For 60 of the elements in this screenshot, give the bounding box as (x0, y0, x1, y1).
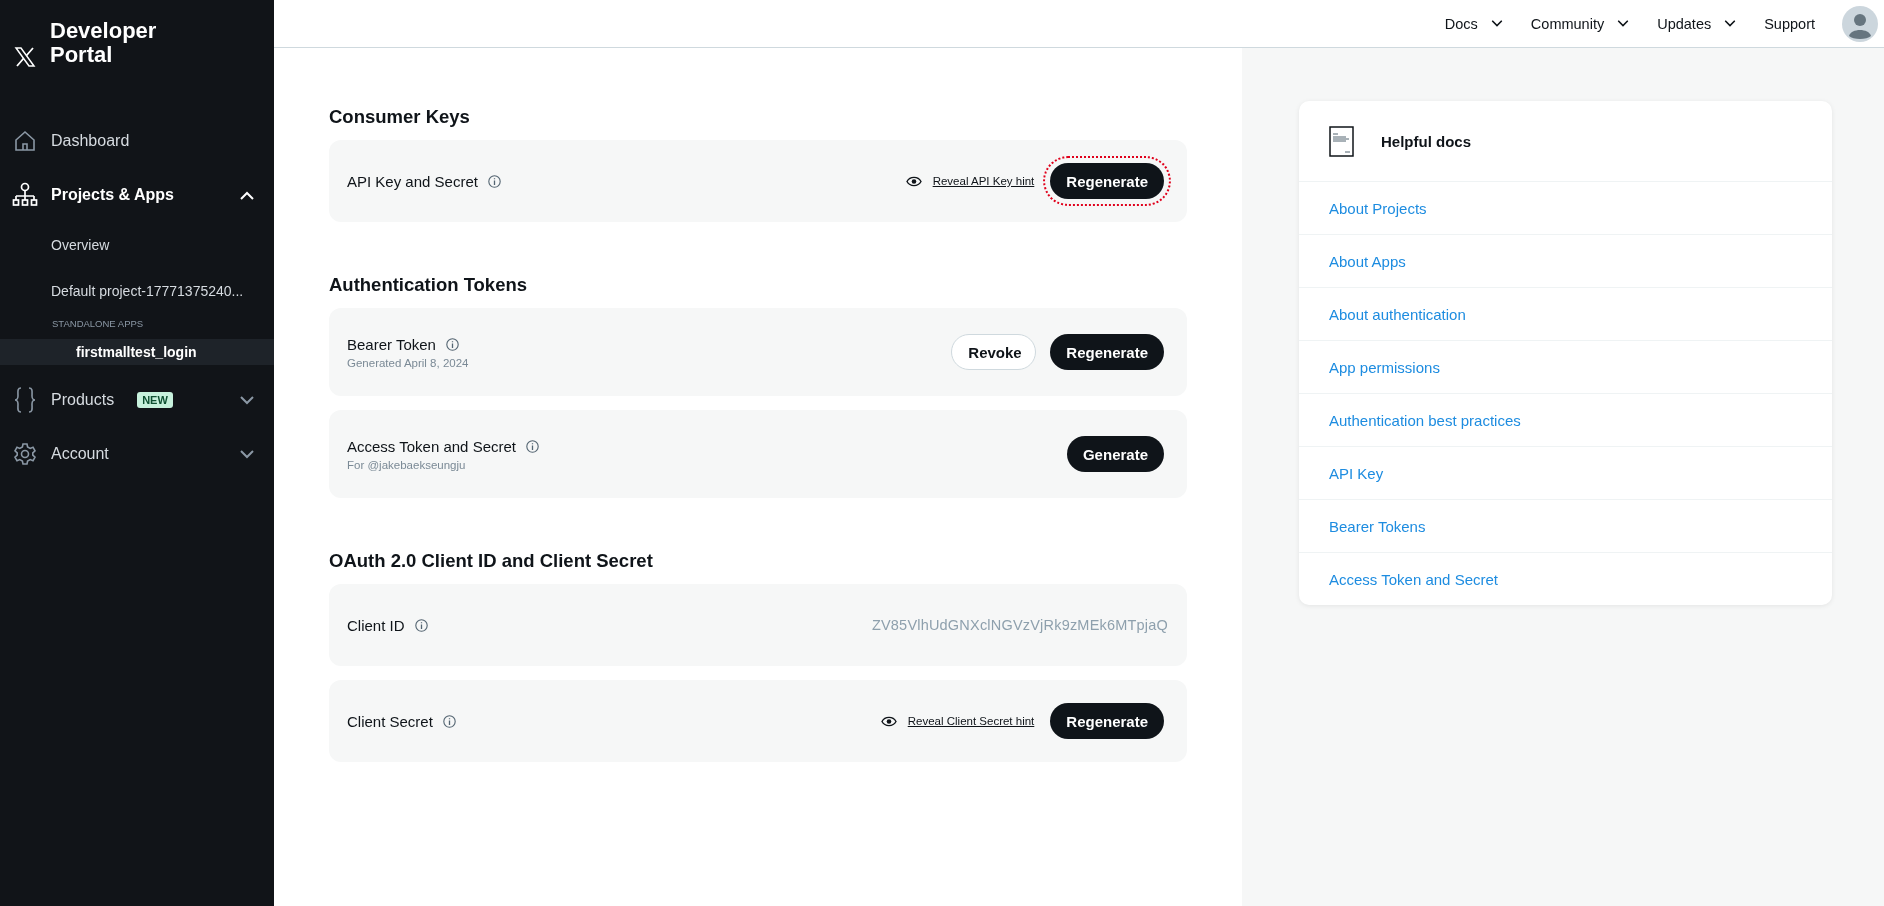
action-button[interactable]: Revoke (951, 334, 1037, 370)
hierarchy-icon (12, 182, 38, 208)
new-badge: NEW (137, 392, 173, 408)
reveal-hint-link[interactable]: Reveal API Key hint (932, 175, 1035, 187)
info-icon[interactable] (526, 439, 539, 453)
nav-item[interactable]: Projects & Apps (0, 168, 274, 222)
document-icon (1329, 125, 1354, 157)
action-button[interactable]: Regenerate (1050, 334, 1164, 370)
chevron-down-icon (1724, 19, 1736, 28)
eye-icon (905, 175, 922, 187)
nav-item[interactable]: Account (0, 427, 274, 481)
menu-dropdown[interactable]: Updates (1657, 15, 1738, 32)
action-button[interactable]: Regenerate (1050, 703, 1164, 739)
action-button[interactable]: Generate (1066, 436, 1164, 472)
info-icon[interactable] (445, 337, 459, 351)
doc-link[interactable]: About Apps (1299, 235, 1832, 288)
sidebar-link[interactable]: Default project-17771375240... (0, 268, 274, 314)
chevron-down-icon (240, 449, 254, 459)
menu-link[interactable]: Support (1764, 15, 1815, 32)
info-icon[interactable] (414, 618, 428, 632)
info-icon[interactable] (487, 174, 501, 188)
section-label: STANDALONE APPS (51, 317, 145, 331)
credential-note: For @jakebaekseungju (347, 458, 467, 471)
docs-title: Helpful docs (1381, 132, 1471, 150)
client-id-value: ZV85VlhUdGNXclNGVzVjRk9zMEk6MTpjaQ (871, 617, 1168, 633)
menu-dropdown[interactable]: Community (1530, 15, 1631, 32)
nav-item[interactable]: Dashboard (0, 114, 274, 168)
doc-link[interactable]: About Projects (1299, 182, 1832, 235)
section-heading: OAuth 2.0 Client ID and Client Secret (329, 549, 654, 573)
doc-link[interactable]: App permissions (1299, 341, 1832, 394)
credential-note: Generated April 8, 2024 (347, 356, 469, 369)
eye-icon (880, 715, 897, 727)
credential-label: Client Secret (347, 712, 433, 730)
app-item[interactable]: firstmalltest_login (0, 339, 274, 365)
credential-label: Client ID (347, 616, 405, 634)
doc-link[interactable]: Authentication best practices (1299, 394, 1832, 447)
doc-link[interactable]: About authentication (1299, 288, 1832, 341)
doc-link[interactable]: Bearer Tokens (1299, 500, 1832, 553)
sidebar-link[interactable]: Overview (0, 222, 274, 268)
credential-label: Access Token and Secret (347, 437, 516, 455)
menu-dropdown[interactable]: Docs (1444, 15, 1504, 32)
reveal-hint-link[interactable]: Reveal Client Secret hint (907, 715, 1035, 727)
avatar-icon[interactable] (1842, 5, 1878, 42)
credential-label: Bearer Token (347, 335, 436, 353)
chevron-up-icon (240, 190, 254, 200)
doc-link[interactable]: API Key (1299, 447, 1832, 500)
x-logo-icon[interactable] (14, 46, 36, 68)
section-heading: Authentication Tokens (329, 273, 529, 297)
credential-label: API Key and Secret (347, 172, 478, 190)
gear-icon (13, 442, 37, 466)
portal-title: Developer Portal (50, 19, 158, 67)
braces-icon (13, 386, 37, 414)
chevron-down-icon (240, 395, 254, 405)
nav-item[interactable]: Products NEW (0, 373, 274, 427)
home-icon (13, 129, 37, 153)
doc-link[interactable]: Access Token and Secret (1299, 553, 1832, 605)
chevron-down-icon (1491, 19, 1503, 28)
info-icon[interactable] (442, 714, 456, 728)
section-heading: Consumer Keys (329, 105, 471, 129)
chevron-down-icon (1617, 19, 1629, 28)
